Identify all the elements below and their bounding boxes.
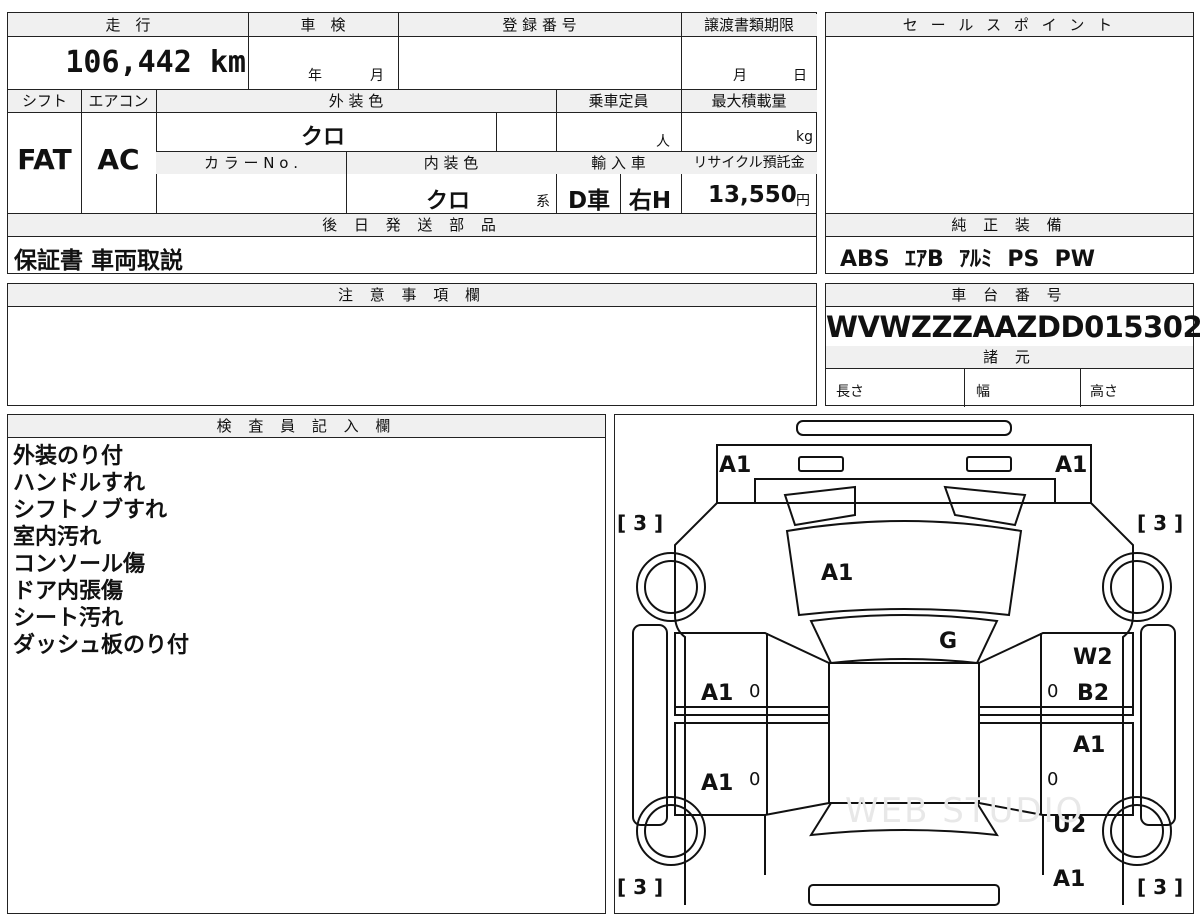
chassis-number: WVWZZZAAZDD015302 bbox=[826, 310, 1200, 344]
shift-label: シフト bbox=[8, 90, 81, 112]
caution-label: 注 意 事 項 欄 bbox=[8, 284, 816, 306]
mark-rear-right-bottom: A1 bbox=[1053, 867, 1086, 892]
chassis-panel: 車 台 番 号 WVWZZZAAZDD015302 諸 元 長さ 幅 高さ bbox=[825, 283, 1200, 407]
mileage-label: 走 行 bbox=[8, 14, 248, 36]
transfer-month: 月 bbox=[733, 68, 747, 84]
recycle-value: 13,550 bbox=[708, 182, 797, 208]
note-item: ハンドルすれ bbox=[13, 471, 146, 496]
zero-mark: 0 bbox=[1047, 769, 1059, 790]
mark-rear-left-door: A1 bbox=[701, 771, 734, 796]
tire-rear-right: [ 3 ] bbox=[1137, 875, 1184, 899]
mark-top-left: A1 bbox=[719, 453, 752, 478]
reg-number-label: 登 録 番 号 bbox=[398, 14, 681, 36]
zero-mark: 0 bbox=[749, 681, 761, 702]
inspection-month: 月 bbox=[370, 68, 384, 84]
interior-color-label: 内 装 色 bbox=[346, 152, 556, 174]
import-value-2: 右H bbox=[628, 188, 672, 214]
color-no-label: カ ラ ー N o . bbox=[156, 152, 346, 174]
capacity-unit: 人 bbox=[656, 134, 670, 150]
tire-rear-left: [ 3 ] bbox=[617, 875, 664, 899]
tire-front-right: [ 3 ] bbox=[1137, 511, 1184, 535]
max-load-label: 最大積載量 bbox=[681, 90, 817, 112]
sales-point-panel: セ ー ル ス ポ イ ン ト 純 正 装 備 ABS ｴｱB ｱﾙﾐ PS P… bbox=[825, 12, 1194, 274]
transfer-day: 日 bbox=[793, 68, 807, 84]
equipment-label: 純 正 装 備 bbox=[826, 214, 1193, 236]
transfer-deadline-label: 譲渡書類期限 bbox=[681, 14, 817, 36]
import-value-1: D車 bbox=[567, 188, 611, 214]
spec-label: 諸 元 bbox=[826, 346, 1193, 368]
inspector-panel: 検 査 員 記 入 欄 外装のり付 ハンドルすれ シフトノブすれ 室内汚れ コン… bbox=[7, 414, 606, 914]
capacity-label: 乗車定員 bbox=[556, 90, 681, 112]
aircon-value: AC bbox=[97, 143, 140, 176]
note-item: 外装のり付 bbox=[13, 444, 124, 469]
height-label: 高さ bbox=[1090, 384, 1118, 400]
interior-color-suffix: 系 bbox=[536, 194, 550, 210]
note-item: コンソール傷 bbox=[13, 552, 146, 577]
tire-front-left: [ 3 ] bbox=[617, 511, 664, 535]
mark-front-right-lower: B2 bbox=[1077, 681, 1110, 706]
sales-point-label: セ ー ル ス ポ イ ン ト bbox=[826, 14, 1193, 36]
recycle-label: リサイクル預託金 bbox=[681, 152, 817, 174]
mark-front-right-upper: W2 bbox=[1073, 645, 1113, 670]
inspector-notes: 外装のり付 ハンドルすれ シフトノブすれ 室内汚れ コンソール傷 ドア内張傷 シ… bbox=[13, 443, 189, 659]
note-item: 室内汚れ bbox=[13, 525, 102, 550]
caution-panel: 注 意 事 項 欄 bbox=[7, 283, 817, 406]
chassis-label: 車 台 番 号 bbox=[826, 284, 1193, 306]
inspector-label: 検 査 員 記 入 欄 bbox=[8, 415, 605, 437]
vehicle-info-table: 走 行 車 検 登 録 番 号 譲渡書類期限 106,442 km 年 月 月 … bbox=[7, 12, 817, 274]
import-label: 輸 入 車 bbox=[556, 152, 681, 174]
mark-rear-right-upper: A1 bbox=[1073, 733, 1106, 758]
watermark: WEB STUDIO bbox=[845, 791, 1085, 831]
shift-value: FAT bbox=[17, 143, 72, 176]
later-parts-label: 後 日 発 送 部 品 bbox=[8, 214, 816, 236]
note-item: ダッシュ板のり付 bbox=[13, 633, 190, 658]
zero-mark: 0 bbox=[1047, 681, 1059, 702]
mark-windshield: G bbox=[939, 629, 958, 654]
equipment-value: ABS ｴｱB ｱﾙﾐ PS PW bbox=[840, 247, 1096, 272]
note-item: シート汚れ bbox=[13, 606, 124, 631]
inspection-label: 車 検 bbox=[248, 14, 398, 36]
mark-top-right: A1 bbox=[1055, 453, 1088, 478]
aircon-label: エアコン bbox=[81, 90, 156, 112]
length-label: 長さ bbox=[836, 384, 864, 400]
interior-color-value: クロ bbox=[425, 189, 470, 214]
mark-hood: A1 bbox=[821, 561, 854, 586]
max-load-unit: kg bbox=[796, 129, 813, 145]
note-item: シフトノブすれ bbox=[13, 498, 168, 523]
exterior-color-value: クロ bbox=[300, 125, 345, 150]
exterior-color-label: 外 装 色 bbox=[156, 90, 556, 112]
mark-front-left-door: A1 bbox=[701, 681, 734, 706]
zero-mark: 0 bbox=[749, 769, 761, 790]
recycle-unit: 円 bbox=[796, 193, 810, 209]
inspection-year: 年 bbox=[308, 68, 322, 84]
later-parts-value: 保証書 車両取説 bbox=[14, 248, 184, 274]
width-label: 幅 bbox=[976, 384, 990, 400]
car-damage-diagram: A1 A1 A1 G A1 A1 W2 B2 A1 U2 A1 0 0 0 0 … bbox=[614, 414, 1194, 914]
note-item: ドア内張傷 bbox=[13, 579, 124, 604]
mileage-value: 106,442 km bbox=[65, 45, 246, 80]
